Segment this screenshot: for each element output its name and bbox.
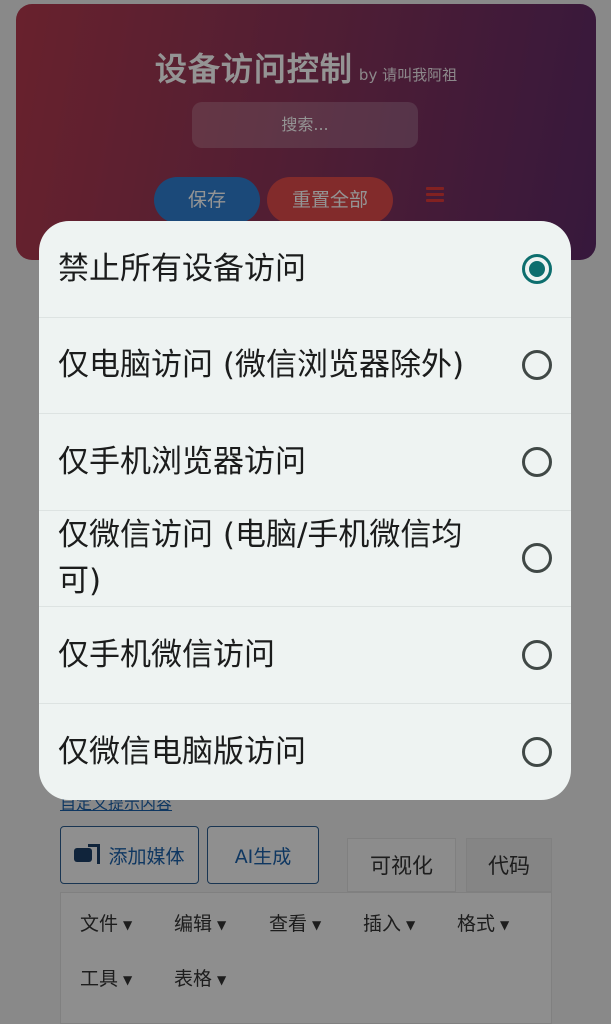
option-block-all[interactable]: 禁止所有设备访问 bbox=[39, 221, 571, 318]
option-mobile-browser-only[interactable]: 仅手机浏览器访问 bbox=[39, 414, 571, 511]
option-label: 禁止所有设备访问 bbox=[58, 250, 306, 287]
radio-unchecked-icon[interactable] bbox=[522, 736, 552, 767]
radio-unchecked-icon[interactable] bbox=[522, 446, 552, 477]
option-label: 仅微信访问 (电脑/手机微信均可) bbox=[58, 517, 463, 600]
option-label: 仅手机浏览器访问 bbox=[58, 443, 306, 480]
access-mode-dialog: 禁止所有设备访问 仅电脑访问 (微信浏览器除外) 仅手机浏览器访问 仅微信访问 … bbox=[39, 221, 571, 800]
option-wechat-pc-only[interactable]: 仅微信电脑版访问 bbox=[39, 704, 571, 801]
option-pc-only[interactable]: 仅电脑访问 (微信浏览器除外) bbox=[39, 318, 571, 414]
option-label: 仅电脑访问 (微信浏览器除外) bbox=[58, 347, 465, 384]
radio-unchecked-icon[interactable] bbox=[522, 350, 552, 381]
option-mobile-wechat-only[interactable]: 仅手机微信访问 bbox=[39, 607, 571, 704]
option-label: 仅微信电脑版访问 bbox=[58, 733, 306, 770]
radio-unchecked-icon[interactable] bbox=[522, 543, 552, 574]
option-wechat-only[interactable]: 仅微信访问 (电脑/手机微信均可) bbox=[39, 511, 571, 607]
option-label: 仅手机微信访问 bbox=[58, 636, 275, 673]
radio-checked-icon[interactable] bbox=[522, 253, 552, 284]
radio-unchecked-icon[interactable] bbox=[522, 639, 552, 670]
